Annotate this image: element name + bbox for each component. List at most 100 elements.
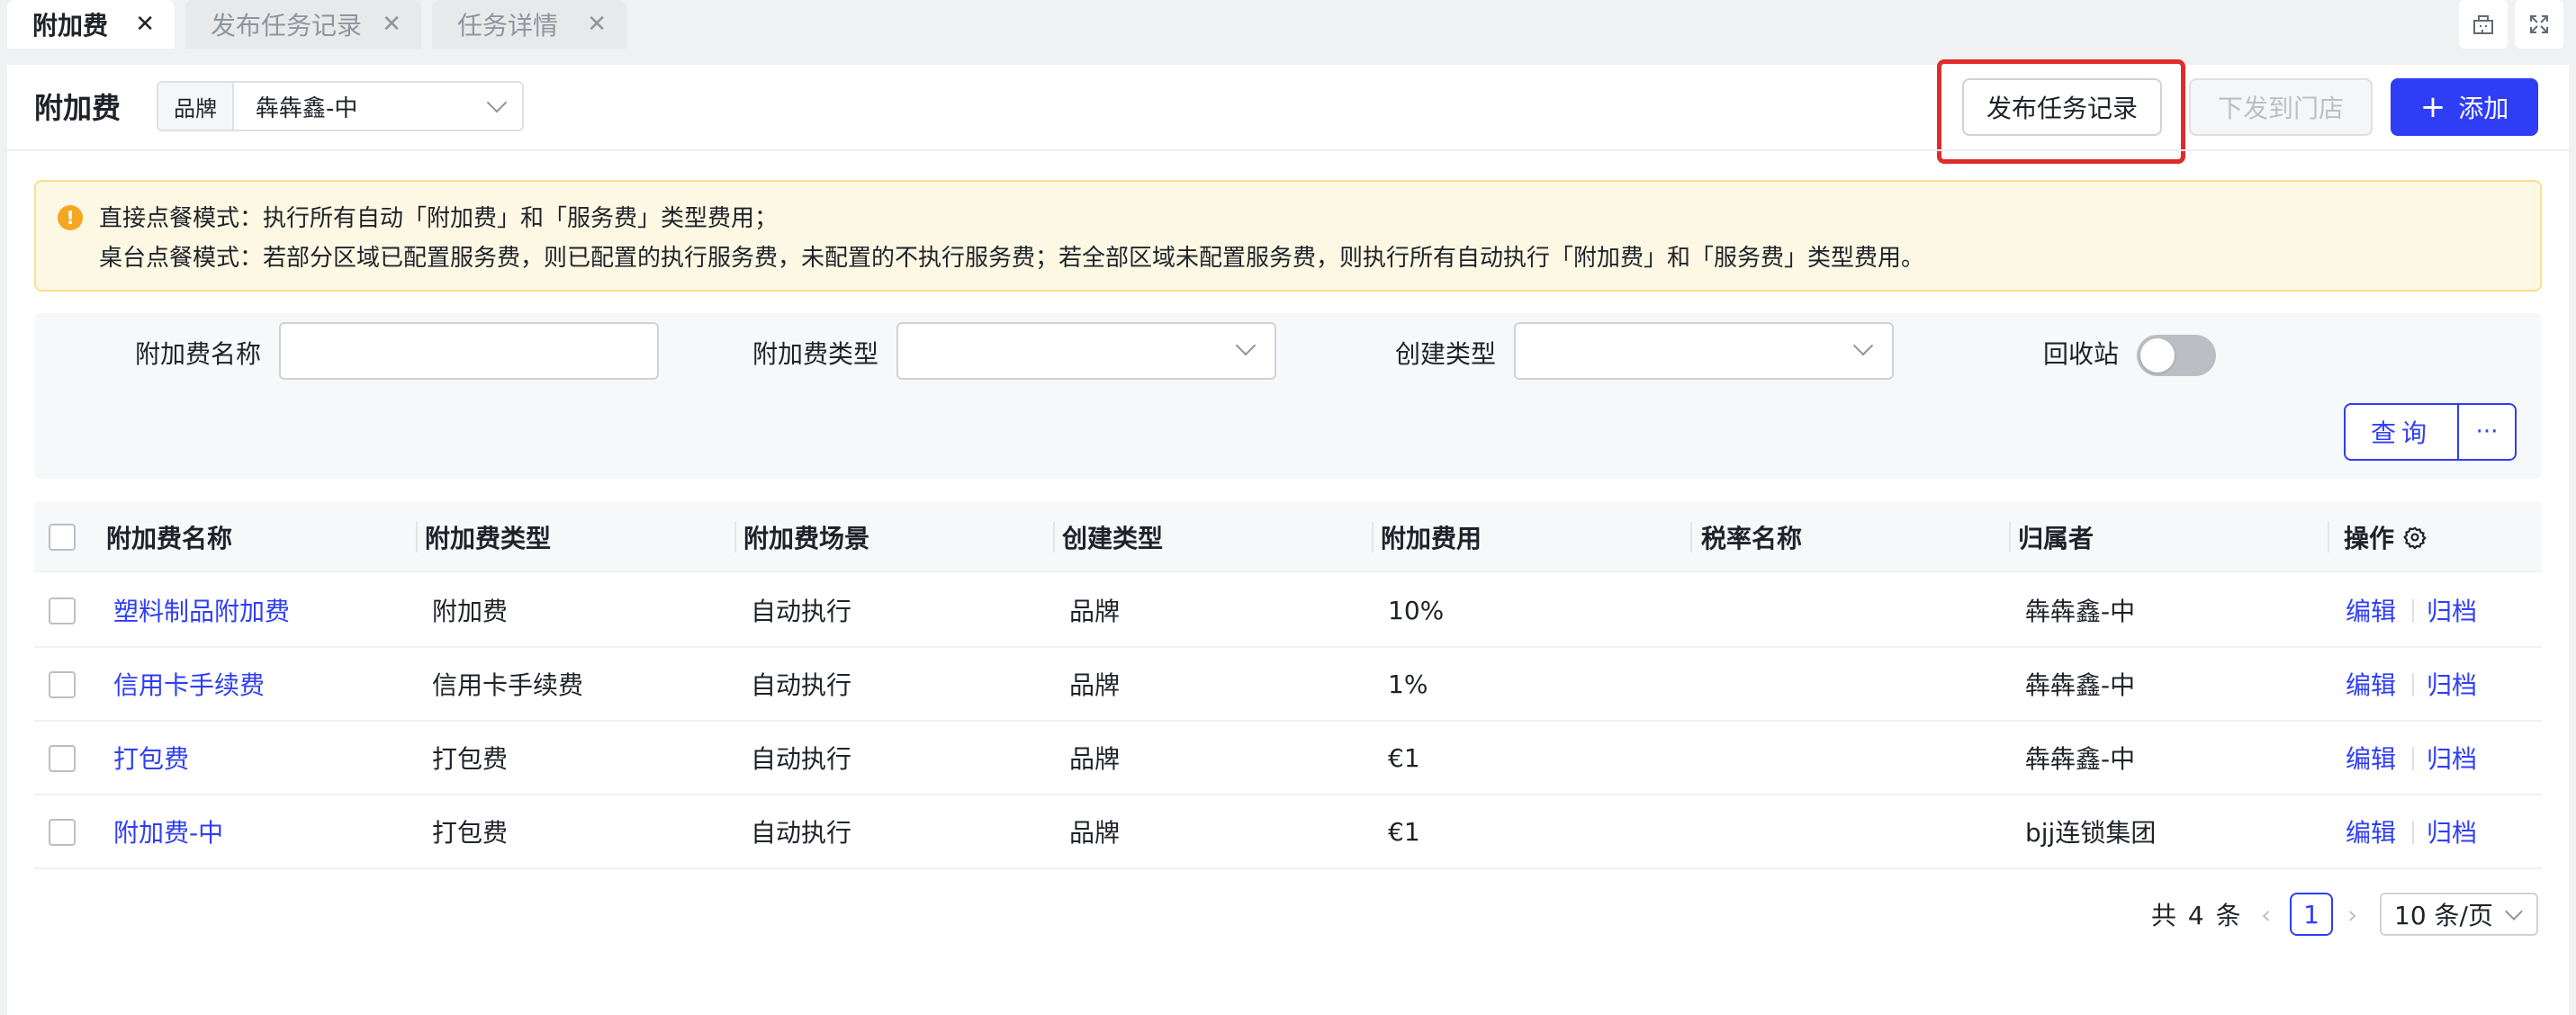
surcharge-name-link[interactable]: 打包费	[113, 722, 189, 794]
column-divider	[2328, 522, 2329, 552]
create-type-label: 创建类型	[1395, 339, 1497, 369]
row-checkbox[interactable]	[49, 745, 76, 772]
surcharge-type-select[interactable]	[896, 322, 1276, 380]
archive-link[interactable]: 归档	[2427, 722, 2477, 794]
page-size-select[interactable]: 10 条/页	[2380, 893, 2538, 936]
table-row: 塑料制品附加费 附加费 自动执行 品牌 10% 犇犇鑫-中 编辑 归档	[34, 574, 2542, 648]
page-title: 附加费	[34, 91, 122, 125]
brand-select-value: 犇犇鑫-中	[256, 94, 358, 122]
col-create-type: 创建类型	[1062, 524, 1164, 553]
tab-label: 发布任务记录	[211, 11, 363, 40]
recycle-bin-label: 回收站	[2043, 339, 2120, 369]
edit-link[interactable]: 编辑	[2346, 574, 2396, 646]
archive-link[interactable]: 归档	[2427, 795, 2477, 867]
col-type: 附加费类型	[425, 524, 552, 553]
surcharge-scene-cell: 自动执行	[751, 744, 852, 774]
surcharge-type-cell: 打包费	[432, 818, 509, 848]
create-type-select[interactable]	[1514, 322, 1894, 380]
page-size-value: 10 条/页	[2394, 901, 2493, 930]
create-type-cell: 品牌	[1069, 597, 1121, 626]
surcharge-name-input[interactable]	[279, 322, 659, 380]
column-divider	[1053, 522, 1055, 552]
action-divider	[2412, 599, 2414, 623]
brand-select[interactable]: 品牌 犇犇鑫-中	[157, 81, 524, 131]
surcharge-name-link[interactable]: 塑料制品附加费	[113, 574, 290, 646]
col-scene: 附加费场景	[743, 524, 870, 553]
surcharge-name-link[interactable]: 附加费-中	[113, 795, 223, 867]
close-icon[interactable]: ✕	[135, 13, 155, 36]
close-icon[interactable]: ✕	[382, 13, 401, 36]
gear-icon[interactable]	[2403, 525, 2427, 549]
col-actions-label: 操作	[2344, 524, 2395, 553]
action-divider	[2412, 821, 2414, 844]
col-tax: 税率名称	[1701, 524, 1803, 553]
add-button-label: 添加	[2458, 94, 2509, 123]
row-checkbox[interactable]	[49, 671, 76, 698]
info-alert: ! 直接点餐模式：执行所有自动「附加费」和「服务费」类型费用； 桌台点餐模式：若…	[34, 180, 2542, 292]
row-checkbox[interactable]	[49, 597, 76, 624]
chevron-down-icon	[1235, 335, 1256, 356]
page-1-button[interactable]: 1	[2290, 893, 2333, 936]
fee-cell: 10%	[1388, 595, 1445, 625]
add-button[interactable]: + 添加	[2391, 78, 2538, 136]
fullscreen-icon[interactable]	[2515, 0, 2563, 49]
fee-cell: €1	[1388, 816, 1420, 847]
row-checkbox[interactable]	[49, 819, 76, 846]
surcharge-scene-cell: 自动执行	[751, 818, 852, 848]
tab-bar: 附加费 ✕ 发布任务记录 ✕ 任务详情 ✕	[0, 0, 2576, 50]
surcharge-type-cell: 附加费	[432, 597, 509, 626]
pagination-total: 共 4 条	[2151, 901, 2243, 930]
table-row: 打包费 打包费 自动执行 品牌 €1 犇犇鑫-中 编辑 归档	[34, 722, 2542, 795]
chevron-right-icon[interactable]: ›	[2347, 900, 2357, 930]
column-divider	[734, 522, 736, 552]
tab-task-detail[interactable]: 任务详情 ✕	[432, 0, 626, 49]
archive-link[interactable]: 归档	[2427, 648, 2477, 720]
alert-line-1: 直接点餐模式：执行所有自动「附加费」和「服务费」类型费用；	[99, 205, 779, 232]
create-type-cell: 品牌	[1069, 670, 1121, 700]
recycle-bin-toggle[interactable]	[2137, 335, 2216, 376]
brand-select-prefix: 品牌	[158, 83, 234, 130]
plus-icon: +	[2419, 89, 2446, 125]
surcharge-scene-cell: 自动执行	[751, 670, 852, 700]
col-fee: 附加费用	[1381, 524, 1482, 553]
tab-label: 附加费	[32, 11, 109, 40]
filter-panel: 附加费名称 附加费类型 创建类型 回收站 查询 ···	[34, 313, 2542, 479]
pagination: 共 4 条 ‹ 1 › 10 条/页	[7, 887, 2569, 941]
col-actions: 操作	[2344, 502, 2427, 572]
owner-cell: 犇犇鑫-中	[2025, 597, 2136, 626]
publish-record-button[interactable]: 发布任务记录	[1962, 78, 2162, 136]
column-divider	[1690, 522, 1692, 552]
select-all-checkbox[interactable]	[49, 524, 76, 551]
edit-link[interactable]: 编辑	[2346, 795, 2396, 867]
archive-link[interactable]: 归档	[2427, 574, 2477, 646]
tab-label: 任务详情	[457, 11, 559, 40]
warning-icon: !	[58, 205, 83, 230]
main-card: 附加费 品牌 犇犇鑫-中 发布任务记录 下发到门店 + 添加 ! 直接点餐模式：…	[7, 59, 2569, 1015]
surcharge-name-link[interactable]: 信用卡手续费	[113, 648, 265, 720]
fee-cell: €1	[1388, 742, 1420, 773]
edit-link[interactable]: 编辑	[2346, 722, 2396, 794]
header-divider	[7, 149, 2569, 151]
edit-link[interactable]: 编辑	[2346, 648, 2396, 720]
action-divider	[2412, 673, 2414, 696]
alert-line-2: 桌台点餐模式：若部分区域已配置服务费，则已配置的执行服务费，未配置的不执行服务费…	[99, 245, 1925, 272]
building-icon[interactable]	[2459, 0, 2508, 49]
table-row: 信用卡手续费 信用卡手续费 自动执行 品牌 1% 犇犇鑫-中 编辑 归档	[34, 648, 2542, 722]
table-row: 附加费-中 打包费 自动执行 品牌 €1 bjj连锁集团 编辑 归档	[34, 795, 2542, 869]
more-filters-button[interactable]: ···	[2459, 405, 2515, 459]
toggle-knob	[2140, 338, 2175, 373]
column-divider	[416, 522, 418, 552]
query-button[interactable]: 查询	[2346, 405, 2459, 459]
chevron-down-icon	[1852, 335, 1874, 356]
column-divider	[1372, 522, 1374, 552]
query-button-group: 查询 ···	[2344, 403, 2517, 461]
tab-publish-record[interactable]: 发布任务记录 ✕	[185, 0, 421, 49]
create-type-cell: 品牌	[1069, 818, 1121, 848]
close-icon[interactable]: ✕	[587, 13, 607, 36]
col-owner: 归属者	[2018, 524, 2094, 553]
owner-cell: 犇犇鑫-中	[2025, 744, 2136, 774]
dispatch-to-store-button[interactable]: 下发到门店	[2189, 78, 2373, 136]
tab-surcharge[interactable]: 附加费 ✕	[7, 0, 175, 49]
surcharge-name-label: 附加费名称	[135, 339, 262, 369]
chevron-left-icon[interactable]: ‹	[2261, 900, 2271, 930]
